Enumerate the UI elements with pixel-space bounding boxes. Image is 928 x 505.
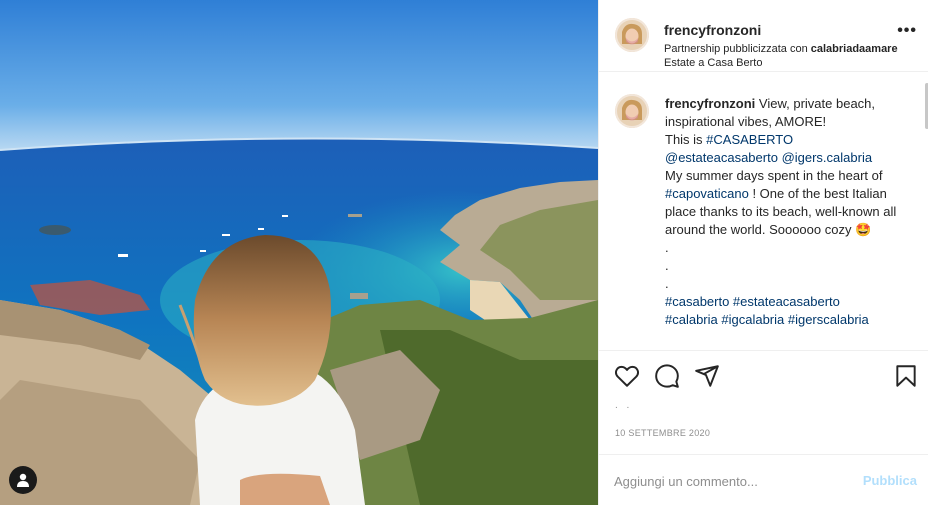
publish-button[interactable]: Pubblica	[863, 473, 917, 488]
header-avatar[interactable]	[615, 18, 649, 52]
heart-icon[interactable]	[614, 363, 640, 389]
location-link[interactable]: Estate a Casa Berto	[664, 57, 762, 69]
partnership-label: Partnership pubblicizzata con	[664, 43, 811, 55]
caption-text: My summer days spent in the heart of	[665, 168, 887, 183]
hashtag-links[interactable]: #calabria #igcalabria #igerscalabria	[665, 311, 921, 329]
mention-link[interactable]: @igers.calabria	[782, 150, 873, 165]
star-struck-emoji: 🤩	[855, 222, 872, 237]
post-caption: frencyfronzoni View, private beach, insp…	[665, 95, 921, 329]
add-comment-section: Pubblica	[599, 454, 928, 505]
more-options-button[interactable]: •••	[897, 23, 917, 39]
hashtag-link[interactable]: #capovaticano	[665, 186, 749, 201]
hashtag-links[interactable]: #casaberto #estateacasaberto	[665, 293, 921, 311]
partner-link[interactable]: calabriadaamare	[811, 43, 898, 55]
comments-area[interactable]: frencyfronzoni View, private beach, insp…	[599, 73, 928, 349]
photo-image	[0, 0, 598, 505]
caption-avatar[interactable]	[615, 94, 649, 128]
caption-username[interactable]: frencyfronzoni	[665, 96, 755, 111]
caption-text: This is	[665, 132, 707, 147]
post-date[interactable]: 10 SETTEMBRE 2020	[615, 428, 710, 438]
comment-input[interactable]	[614, 471, 844, 491]
likes-placeholder: . .	[615, 400, 633, 411]
post-details-panel: frencyfronzoni Partnership pubblicizzata…	[598, 0, 928, 505]
bookmark-icon[interactable]	[893, 363, 919, 389]
post-header: frencyfronzoni Partnership pubblicizzata…	[599, 0, 928, 72]
action-bar	[599, 350, 928, 400]
user-tag-button[interactable]	[9, 466, 37, 494]
caption-dots: . . .	[665, 240, 669, 291]
user-silhouette-icon	[17, 473, 29, 487]
comment-icon[interactable]	[654, 363, 680, 389]
hashtag-link[interactable]: #CASABERTO	[706, 132, 793, 147]
post-photo[interactable]	[0, 0, 598, 505]
mention-link[interactable]: @estateacasaberto	[665, 150, 778, 165]
header-username[interactable]: frencyfronzoni	[664, 22, 761, 38]
header-subtitle: Partnership pubblicizzata con calabriada…	[664, 42, 898, 70]
share-icon[interactable]	[694, 363, 720, 389]
